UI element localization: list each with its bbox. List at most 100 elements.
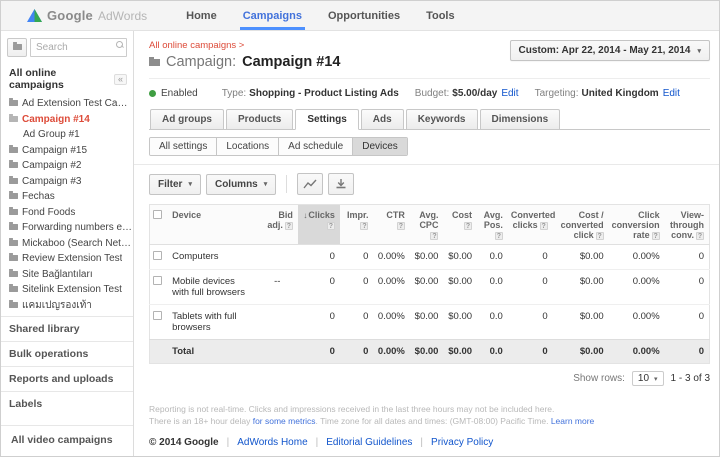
column-header-bid-adj[interactable]: Bid adj. [259,205,298,245]
clicks-cell: 0 [298,340,340,364]
tab-ads[interactable]: Ads [361,109,404,130]
sidebar-item-campaign[interactable]: Site Bağlantıları [9,267,133,283]
type-value: Shopping - Product Listing Ads [249,88,399,99]
budget-edit-link[interactable]: Edit [501,88,518,99]
sidebar-item-campaign[interactable]: Review Extension Test [9,251,133,267]
subtab-ad-schedule[interactable]: Ad schedule [279,138,353,155]
avg-pos-cell: 0.0 [477,305,508,340]
column-header-view-through-conv[interactable]: View-through conv. [665,205,710,245]
main-content: All online campaigns > Campaign: Campaig… [134,31,719,456]
sidebar-item-campaign[interactable]: Sitelink Extension Test [9,282,133,298]
help-icon[interactable] [464,222,472,230]
sidebar-item-labels[interactable]: Labels [1,391,133,416]
targeting-edit-link[interactable]: Edit [663,88,680,99]
filter-button[interactable]: Filter ▾ [149,174,201,195]
subtab-all-settings[interactable]: All settings [150,138,217,155]
sidebar-item-campaign[interactable]: Mickaboo (Search Network) [9,236,133,252]
date-range-selector[interactable]: Custom: Apr 22, 2014 - May 21, 2014 ▾ [510,40,710,61]
column-header-click-conversion-rate[interactable]: Click conversion rate [609,205,665,245]
view-through-conv-cell: 0 [665,340,710,364]
columns-button[interactable]: Columns ▾ [206,174,276,195]
help-icon[interactable] [495,232,503,240]
help-icon[interactable] [360,222,368,230]
help-icon[interactable] [430,232,438,240]
tab-ad-groups[interactable]: Ad groups [150,109,224,130]
nav-campaigns[interactable]: Campaigns [230,1,315,30]
sidebar-item-campaign[interactable]: Campaign #15 [9,143,133,159]
sidebar-item-reports-and-uploads[interactable]: Reports and uploads [1,366,133,391]
search-input[interactable] [30,38,127,57]
tab-products[interactable]: Products [226,109,293,130]
help-icon[interactable] [397,222,405,230]
column-header-clicks[interactable]: ↓Clicks [298,205,340,245]
enabled-status-icon [149,90,156,97]
sidebar-item-campaign-selected[interactable]: Campaign #14 [9,112,133,128]
row-checkbox[interactable] [153,311,162,320]
column-header-avg-cpc[interactable]: Avg. CPC [410,205,444,245]
chevron-down-icon: ▾ [188,180,192,188]
folder-icon [9,255,18,261]
tab-dimensions[interactable]: Dimensions [480,109,561,130]
nav-opportunities[interactable]: Opportunities [315,1,413,30]
help-icon[interactable] [540,222,548,230]
device-cell: Tablets with full browsers [169,305,259,340]
converted-clicks-cell: 0 [508,340,553,364]
show-rows-select[interactable]: 10 ▾ [632,371,664,386]
ctr-cell: 0.00% [373,340,409,364]
sidebar-item-bulk-operations[interactable]: Bulk operations [1,341,133,366]
page-footer: © 2014 Google | AdWords Home | Editorial… [149,437,710,448]
sidebar-item-campaign[interactable]: Campaign #2 [9,158,133,174]
search-icon [116,41,123,48]
privacy-policy-link[interactable]: Privacy Policy [431,437,493,448]
sidebar-header: All online campaigns « [1,62,133,95]
row-checkbox[interactable] [153,276,162,285]
help-icon[interactable] [696,232,704,240]
column-header-cost[interactable]: Cost [443,205,477,245]
pagination: Show rows: 10 ▾ 1 - 3 of 3 [149,371,710,386]
sidebar-item-campaign[interactable]: Fond Foods [9,205,133,221]
sidebar-collapse-icon[interactable]: « [114,74,127,85]
nav-home[interactable]: Home [173,1,230,30]
view-through-conv-cell: 0 [665,245,710,270]
row-checkbox[interactable] [153,251,162,260]
download-button[interactable] [328,173,354,195]
ctr-cell: 0.00% [373,245,409,270]
editorial-guidelines-link[interactable]: Editorial Guidelines [326,437,412,448]
settings-subtabs: All settings Locations Ad schedule Devic… [149,137,408,156]
sidebar-item-shared-library[interactable]: Shared library [1,316,133,341]
nav-tools[interactable]: Tools [413,1,468,30]
subtab-devices[interactable]: Devices [353,138,407,155]
folder-tree-button[interactable] [7,38,27,57]
click-conversion-rate-cell: 0.00% [609,245,665,270]
sidebar-item-campaign[interactable]: Ad Extension Test Campaign [9,96,133,112]
sidebar-item-ad-group[interactable]: Ad Group #1 [9,127,133,143]
learn-more-link[interactable]: Learn more [551,416,594,426]
help-icon[interactable] [596,232,604,240]
columns-button-label: Columns [215,179,258,190]
sidebar-item-campaign[interactable]: แคมเปญรองเท้า [9,298,133,314]
avg-pos-cell: 0.0 [477,270,508,305]
graph-button[interactable] [297,173,323,195]
column-header-device[interactable]: Device [169,205,259,245]
tab-keywords[interactable]: Keywords [406,109,478,130]
sidebar-item-all-video-campaigns[interactable]: All video campaigns [1,425,133,456]
column-header-converted-clicks[interactable]: Converted clicks [508,205,553,245]
subtab-locations[interactable]: Locations [217,138,279,155]
help-icon[interactable] [285,222,293,230]
cost-per-converted-click-cell: $0.00 [553,270,609,305]
column-header-cost-per-converted-click[interactable]: Cost / converted click [553,205,609,245]
sidebar-item-campaign[interactable]: Forwarding numbers example [9,220,133,236]
avg-cpc-cell: $0.00 [410,245,444,270]
column-header-impr[interactable]: Impr. [340,205,374,245]
sidebar-item-campaign[interactable]: Campaign #3 [9,174,133,190]
column-header-avg-pos[interactable]: Avg. Pos. [477,205,508,245]
sidebar-item-campaign[interactable]: Fechas [9,189,133,205]
help-icon[interactable] [327,222,335,230]
help-icon[interactable] [652,232,660,240]
some-metrics-link[interactable]: for some metrics [253,416,316,426]
column-header-ctr[interactable]: CTR [373,205,409,245]
select-all-checkbox[interactable] [153,210,162,219]
tab-settings[interactable]: Settings [295,109,358,130]
adwords-home-link[interactable]: AdWords Home [237,437,307,448]
folder-icon [9,162,18,168]
